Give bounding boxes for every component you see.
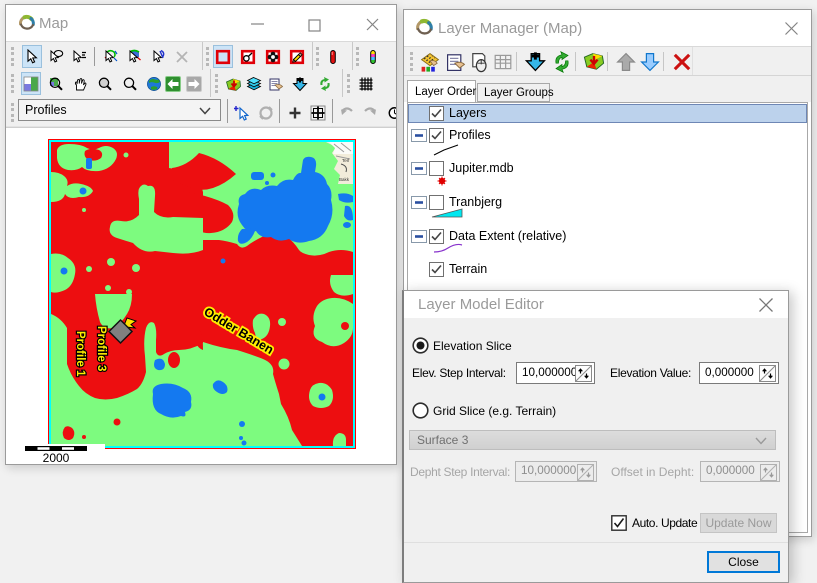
svg-text:Profile 3: Profile 3 [95, 326, 107, 371]
svg-text:Terl: Terl [342, 158, 349, 163]
svg-text:Bakk: Bakk [339, 177, 350, 182]
svg-text:Profile 1: Profile 1 [74, 331, 86, 377]
svg-text:2000: 2000 [43, 451, 70, 464]
